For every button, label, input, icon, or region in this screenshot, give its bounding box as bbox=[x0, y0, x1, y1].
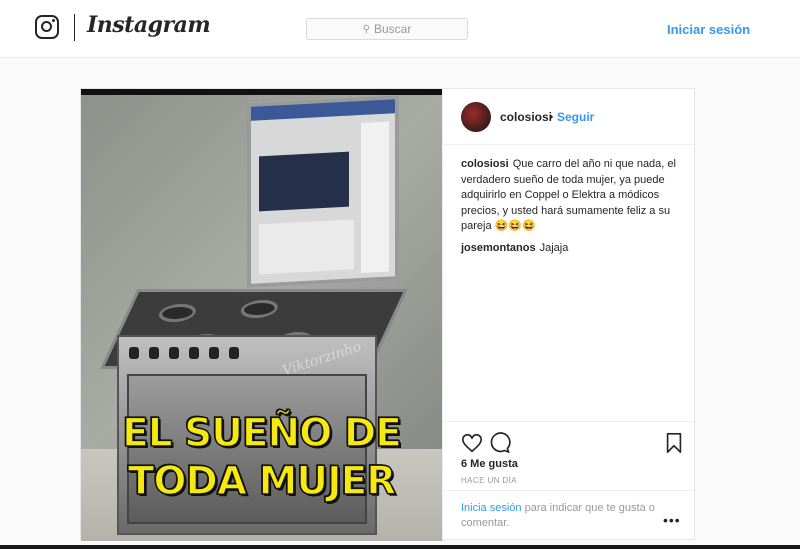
search-icon: ⚲ bbox=[362, 23, 370, 35]
bottom-strip bbox=[0, 545, 800, 549]
instagram-glyph-icon[interactable] bbox=[35, 15, 59, 39]
login-prompt: Inicia sesión para indicar que te gusta … bbox=[443, 490, 697, 542]
screen-cover-photo bbox=[259, 151, 349, 212]
comment-username[interactable]: colosiosi bbox=[461, 158, 509, 170]
top-navbar: Instagram ⚲ Buscar Iniciar sesión bbox=[0, 0, 800, 58]
post-header: colosiosi • Seguir bbox=[443, 89, 697, 145]
screen-feed bbox=[259, 219, 354, 275]
more-options-icon[interactable]: ••• bbox=[663, 512, 681, 528]
instagram-wordmark[interactable]: Instagram bbox=[87, 12, 211, 38]
avatar[interactable] bbox=[461, 102, 491, 132]
post-timestamp: HACE UN DÍA bbox=[461, 476, 517, 485]
logo-divider bbox=[74, 14, 75, 41]
stove-knob bbox=[129, 347, 139, 359]
search-placeholder: Buscar bbox=[373, 22, 412, 36]
comment-username[interactable]: josemontanos bbox=[461, 242, 536, 254]
login-prompt-link[interactable]: Inicia sesión bbox=[461, 502, 522, 514]
image-caption-line-2: TODA MUJER bbox=[127, 458, 397, 505]
comment-text: Jajaja bbox=[539, 241, 569, 254]
burner bbox=[237, 300, 282, 318]
stove-knob bbox=[189, 347, 199, 359]
follow-button[interactable]: Seguir bbox=[557, 110, 594, 124]
comment: colosiosi Que carro del año ni que nada, … bbox=[461, 157, 681, 235]
post-sidebar: colosiosi • Seguir colosiosi Que carro de… bbox=[442, 89, 697, 541]
burner bbox=[155, 304, 200, 322]
heart-icon[interactable] bbox=[461, 432, 483, 454]
stove-knob bbox=[169, 347, 179, 359]
post-image[interactable]: Viktorzinho EL SUEÑO DE TODA MUJER bbox=[81, 89, 442, 541]
comment: josemontanos Jajaja bbox=[461, 241, 681, 257]
image-caption-line-1: EL SUEÑO DE bbox=[121, 410, 402, 457]
stove-knob bbox=[229, 347, 239, 359]
stove-monitor-screen bbox=[247, 95, 399, 288]
post-username[interactable]: colosiosi bbox=[500, 110, 552, 124]
stove-knob bbox=[149, 347, 159, 359]
stove-knob bbox=[209, 347, 219, 359]
likes-count[interactable]: 6 Me gusta bbox=[461, 458, 518, 470]
bookmark-icon[interactable] bbox=[665, 432, 683, 454]
separator-dot: • bbox=[549, 110, 554, 124]
screen-facebook-bar bbox=[251, 99, 395, 121]
comment-icon[interactable] bbox=[489, 432, 511, 454]
comments-list: colosiosi Que carro del año ni que nada, … bbox=[461, 157, 681, 262]
post-actions: 6 Me gusta HACE UN DÍA Inicia sesión par… bbox=[443, 421, 697, 541]
post-card: Viktorzinho EL SUEÑO DE TODA MUJER colos… bbox=[80, 88, 697, 541]
search-input[interactable]: ⚲ Buscar bbox=[306, 18, 468, 40]
screen-sidebar bbox=[361, 121, 389, 274]
login-link[interactable]: Iniciar sesión bbox=[667, 22, 750, 37]
